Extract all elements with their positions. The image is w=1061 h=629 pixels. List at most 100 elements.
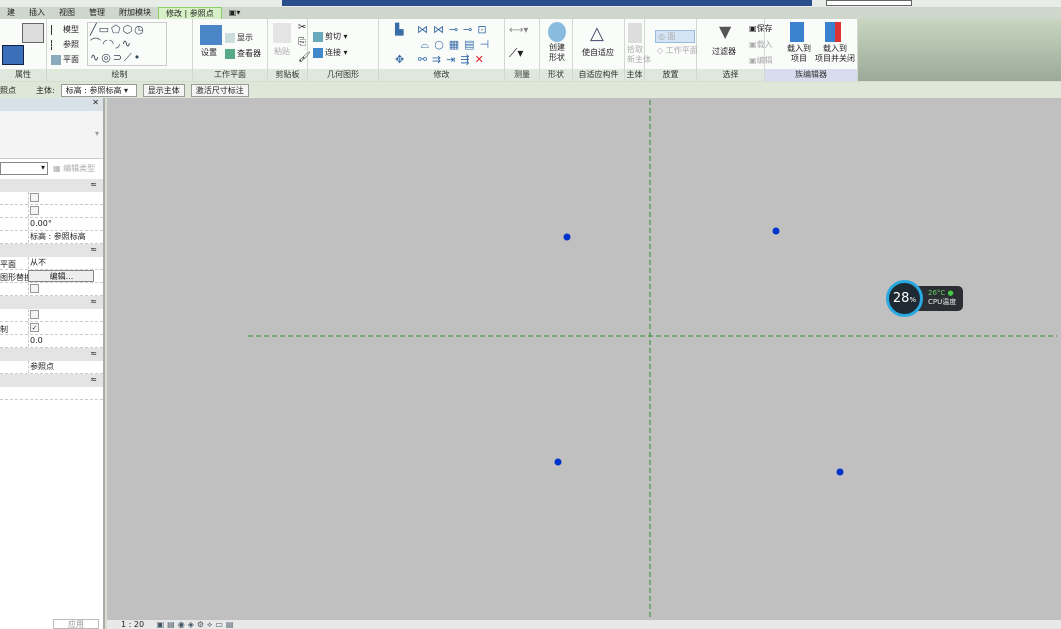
- reference-point[interactable]: [772, 227, 780, 235]
- set-workplane-button[interactable]: 设置: [201, 47, 217, 58]
- cpu-monitor-widget[interactable]: 26°C ● CPU温度 28%: [886, 280, 964, 317]
- group-host: 拾取 新主体 主体: [625, 19, 651, 81]
- cut-icon[interactable]: ✂: [298, 22, 306, 33]
- checkbox[interactable]: [30, 193, 39, 202]
- checkbox[interactable]: [30, 284, 39, 293]
- property-value[interactable]: 从不: [28, 257, 94, 269]
- load-into-project-icon: [790, 22, 804, 42]
- viewer-button[interactable]: 查看器: [225, 48, 261, 59]
- drawing-canvas[interactable]: [107, 98, 1061, 620]
- show-workplane-button[interactable]: 显示: [225, 32, 253, 43]
- section-header[interactable]: ≈: [0, 179, 103, 192]
- load-into-project-button[interactable]: 载入到 项目: [787, 44, 811, 64]
- show-host-button[interactable]: 显示主体: [142, 83, 185, 97]
- paste-button[interactable]: 粘贴: [274, 46, 290, 57]
- join-geometry-icon: [313, 47, 323, 58]
- cpu-usage-ring: 28%: [886, 280, 923, 317]
- ribbon-tabs: 建 插入 视图 管理 附加模块 修改 | 参照点 ▣▾: [0, 7, 1061, 19]
- property-value[interactable]: [28, 192, 94, 204]
- cpu-temp: 26°C ●: [928, 289, 954, 297]
- view-control-icons[interactable]: ▣▤◉◈⚙⟡▭▤: [157, 620, 237, 629]
- group-label: 测量: [505, 69, 539, 81]
- group-label: 族编辑器: [765, 69, 857, 81]
- property-value[interactable]: [28, 283, 94, 295]
- reference-point[interactable]: [563, 233, 571, 241]
- checkbox[interactable]: [30, 206, 39, 215]
- label: 显示: [237, 33, 253, 42]
- model-line-button[interactable]: 模型: [51, 24, 79, 35]
- label: 剪切: [325, 32, 341, 41]
- property-value[interactable]: 编辑...: [28, 270, 94, 282]
- edit-type-button[interactable]: ▦ 编辑类型: [53, 163, 95, 174]
- dimension-icon[interactable]: ⟋▾: [509, 46, 523, 61]
- type-row: ▾ ▦ 编辑类型: [0, 159, 103, 179]
- scale-selector[interactable]: 1 : 20: [121, 620, 144, 629]
- tab-create[interactable]: 建: [0, 7, 22, 19]
- type-selector[interactable]: ▾: [0, 111, 103, 159]
- group-place: ◎ 面 ◇ 工作平面 放置: [645, 19, 698, 81]
- make-adaptive-icon: △: [590, 23, 604, 44]
- filter-button[interactable]: 过滤器: [712, 46, 736, 57]
- plane-icon: [51, 54, 61, 65]
- tab-addins[interactable]: 附加模块: [112, 7, 158, 19]
- place-on-workplane-button[interactable]: ◇ 工作平面: [657, 45, 698, 56]
- group-draw: 模型 参照 平面 ╱▭⬠⬡◷ ⌒◜◝◞∿ ∿◎⊃⟋• 绘制: [47, 19, 193, 81]
- activate-dimensions-button[interactable]: 激活尺寸标注: [190, 83, 249, 97]
- close-icon[interactable]: ✕: [92, 98, 99, 107]
- measure-icon[interactable]: ⟷▾: [509, 25, 528, 36]
- property-value[interactable]: 0.00°: [28, 218, 94, 230]
- section-header[interactable]: ≈: [0, 244, 103, 257]
- join-geometry-button[interactable]: 连接 ▾: [313, 47, 348, 58]
- property-value[interactable]: [28, 205, 94, 217]
- tab-view[interactable]: 视图: [52, 7, 82, 19]
- tab-modify-refpoint[interactable]: 修改 | 参照点: [158, 7, 222, 19]
- pick-host-icon: [628, 23, 642, 43]
- cpu-percent: 28: [892, 291, 910, 306]
- property-value[interactable]: 参照点: [28, 361, 94, 373]
- property-row: 标高 : 参照标高: [0, 231, 103, 244]
- modify-tools[interactable]: ▙ ⋈⋈⊸⊸⊡ ⌓○▦▤⊣ ✥ ⚯⇉⇥⇶✕: [395, 22, 494, 67]
- group-label: 修改: [379, 69, 504, 81]
- place-on-face-button[interactable]: ◎ 面: [655, 30, 695, 43]
- model-line-icon: [51, 24, 61, 35]
- load-into-project-close-button[interactable]: 载入到 项目并关闭: [815, 44, 855, 64]
- create-shape-button[interactable]: 创建 形状: [549, 43, 565, 63]
- set-workplane-icon: [200, 25, 222, 45]
- group-label: 主体: [625, 69, 644, 81]
- cut-geometry-button[interactable]: 剪切 ▾: [313, 31, 348, 42]
- section-header[interactable]: ≈: [0, 296, 103, 309]
- property-value[interactable]: ✓: [28, 322, 94, 334]
- property-value[interactable]: 0.0: [28, 335, 94, 347]
- tab-manage[interactable]: 管理: [82, 7, 112, 19]
- reference-line-button[interactable]: 参照: [51, 39, 79, 50]
- reference-point[interactable]: [836, 468, 844, 476]
- label: 查看器: [237, 49, 261, 58]
- search-input[interactable]: [826, 0, 912, 6]
- collapse-icon: ≈: [90, 180, 97, 189]
- property-row: [0, 309, 103, 322]
- apply-button[interactable]: 应用: [53, 619, 99, 629]
- type-properties-icon[interactable]: [22, 23, 44, 43]
- property-value[interactable]: 标高 : 参照标高: [28, 231, 94, 243]
- checkbox[interactable]: ✓: [30, 323, 39, 332]
- instance-filter-dropdown[interactable]: ▾: [0, 162, 48, 175]
- collapse-icon: ≈: [90, 245, 97, 254]
- property-row: [0, 283, 103, 296]
- reference-point[interactable]: [554, 458, 562, 466]
- cpu-unit: %: [909, 296, 917, 304]
- draw-shapes-gallery[interactable]: ╱▭⬠⬡◷ ⌒◜◝◞∿ ∿◎⊃⟋•: [87, 22, 167, 66]
- group-measure: ⟷▾ ⟋▾ 测量: [505, 19, 540, 81]
- tab-insert[interactable]: 插入: [22, 7, 52, 19]
- context-label: 照点: [0, 85, 16, 95]
- section-header[interactable]: ≈: [0, 348, 103, 361]
- make-adaptive-button[interactable]: 使自适应: [582, 47, 614, 58]
- tab-more[interactable]: ▣▾: [222, 7, 248, 19]
- properties-icon[interactable]: [2, 45, 24, 65]
- copy-icon[interactable]: ⎘: [298, 37, 306, 48]
- plane-button[interactable]: 平面: [51, 54, 79, 65]
- group-clipboard: 粘贴 ✂ ⎘ 🖌 剪贴板: [268, 19, 311, 81]
- host-select[interactable]: 标高 : 参照标高 ▾: [60, 83, 137, 97]
- checkbox[interactable]: [30, 310, 39, 319]
- section-header[interactable]: ≈: [0, 374, 103, 387]
- property-value[interactable]: [28, 309, 94, 321]
